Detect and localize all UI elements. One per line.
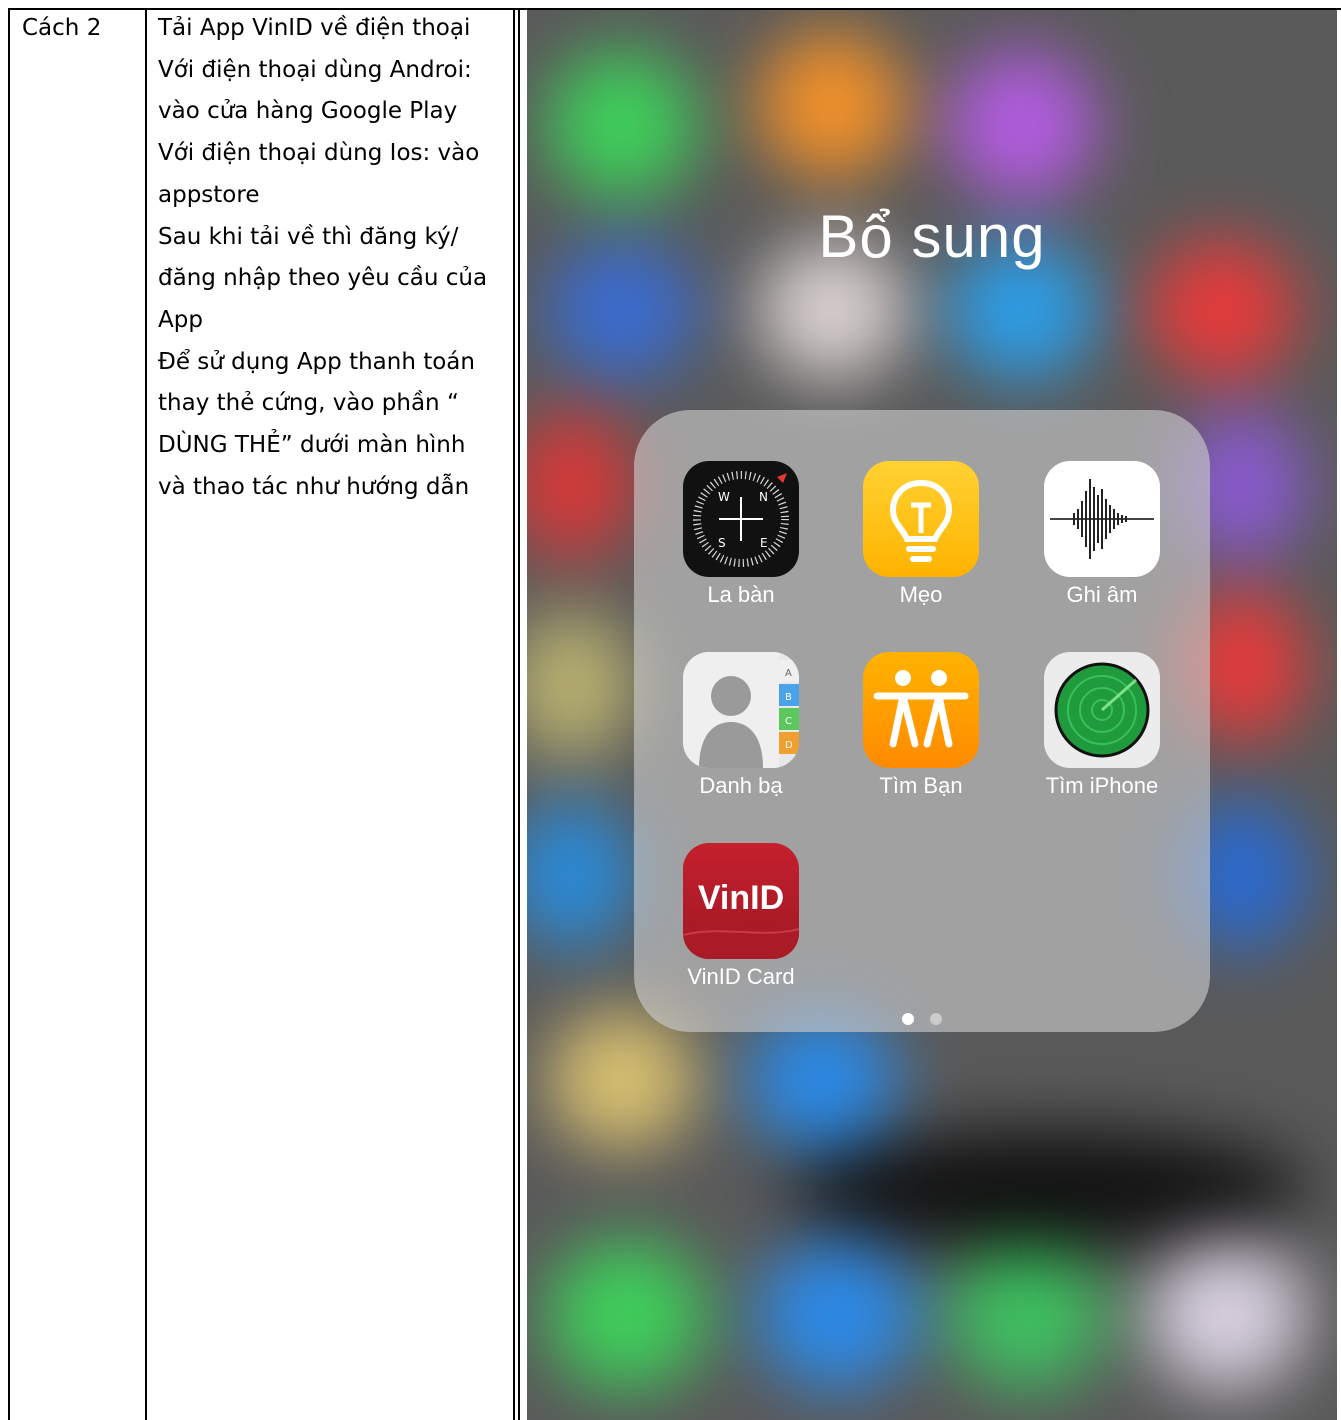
instruction-line: và thao tác như hướng dẫn: [158, 473, 470, 500]
instruction-line: Với điện thoại dùng Ios: vào: [158, 140, 480, 167]
page-dot[interactable]: [930, 1013, 942, 1025]
app-find-iphone[interactable]: Tìm iPhone: [1022, 652, 1182, 799]
instruction-line: appstore: [158, 181, 260, 208]
app-contacts[interactable]: A B C D Danh bạ: [661, 652, 821, 799]
contacts-tab-letter: A: [785, 668, 792, 679]
table-column-divider: [513, 8, 515, 1420]
instruction-line: đăng nhập theo yêu cầu của: [158, 265, 488, 292]
compass-letter-e: E: [760, 536, 768, 550]
instruction-line: Sau khi tải về thì đăng ký/: [158, 223, 459, 250]
instruction-line: Để sử dụng App thanh toán: [158, 348, 475, 375]
app-tips[interactable]: Mẹo: [841, 461, 1001, 608]
lightbulb-icon: [863, 461, 979, 577]
contacts-icon: A B C D: [683, 652, 799, 768]
table-column-divider: [145, 8, 147, 1420]
contacts-tab-letter: C: [785, 716, 792, 727]
instruction-line: vào cửa hàng Google Play: [158, 98, 458, 125]
compass-letter-n: N: [759, 490, 768, 504]
app-label: Mẹo: [899, 582, 943, 607]
contacts-tab-letter: D: [785, 740, 793, 751]
compass-icon: W N S E: [683, 461, 799, 577]
app-label: Ghi âm: [1066, 582, 1138, 607]
app-label: VinID Card: [687, 964, 795, 989]
contacts-tab-letter: B: [785, 692, 792, 703]
page-indicator[interactable]: [898, 1013, 958, 1027]
waveform-icon: [1044, 461, 1160, 577]
app-label: Tìm Bạn: [879, 773, 963, 798]
compass-letter-s: S: [718, 536, 726, 550]
app-vinid-card[interactable]: VinID VinID Card: [661, 843, 821, 990]
instruction-line: App: [158, 306, 203, 333]
app-label: Tìm iPhone: [1045, 773, 1159, 798]
app-label: Danh bạ: [699, 773, 783, 798]
phone-screenshot: Bổ sung W N S E La bàn Mẹo Ghi âm A B C …: [527, 10, 1337, 1420]
instructions-cell: Tải App VinID về điện thoại Với điện tho…: [158, 8, 510, 508]
app-find-friends[interactable]: Tìm Bạn: [841, 652, 1001, 799]
radar-icon: [1044, 652, 1160, 768]
table-column-divider: [518, 8, 520, 1420]
app-voice-memos[interactable]: Ghi âm: [1022, 461, 1182, 608]
instruction-line: Với điện thoại dùng Androi:: [158, 56, 472, 83]
page-dot-active[interactable]: [902, 1013, 914, 1025]
method-cell: Cách 2: [22, 15, 102, 41]
instruction-line: Tải App VinID về điện thoại: [158, 15, 471, 41]
compass-letter-w: W: [718, 490, 730, 504]
friends-icon: [863, 652, 979, 768]
app-compass[interactable]: W N S E La bàn: [661, 461, 821, 608]
instruction-line: thay thẻ cứng, vào phần “: [158, 390, 459, 417]
app-label: La bàn: [707, 582, 775, 607]
table-left-border: [8, 8, 10, 1420]
vinid-logo-text: VinID: [698, 879, 784, 917]
instruction-line: DÙNG THẺ” dưới màn hình: [158, 432, 466, 459]
folder-title: Bổ sung: [818, 203, 1046, 270]
vinid-logo-icon: VinID: [683, 843, 799, 959]
